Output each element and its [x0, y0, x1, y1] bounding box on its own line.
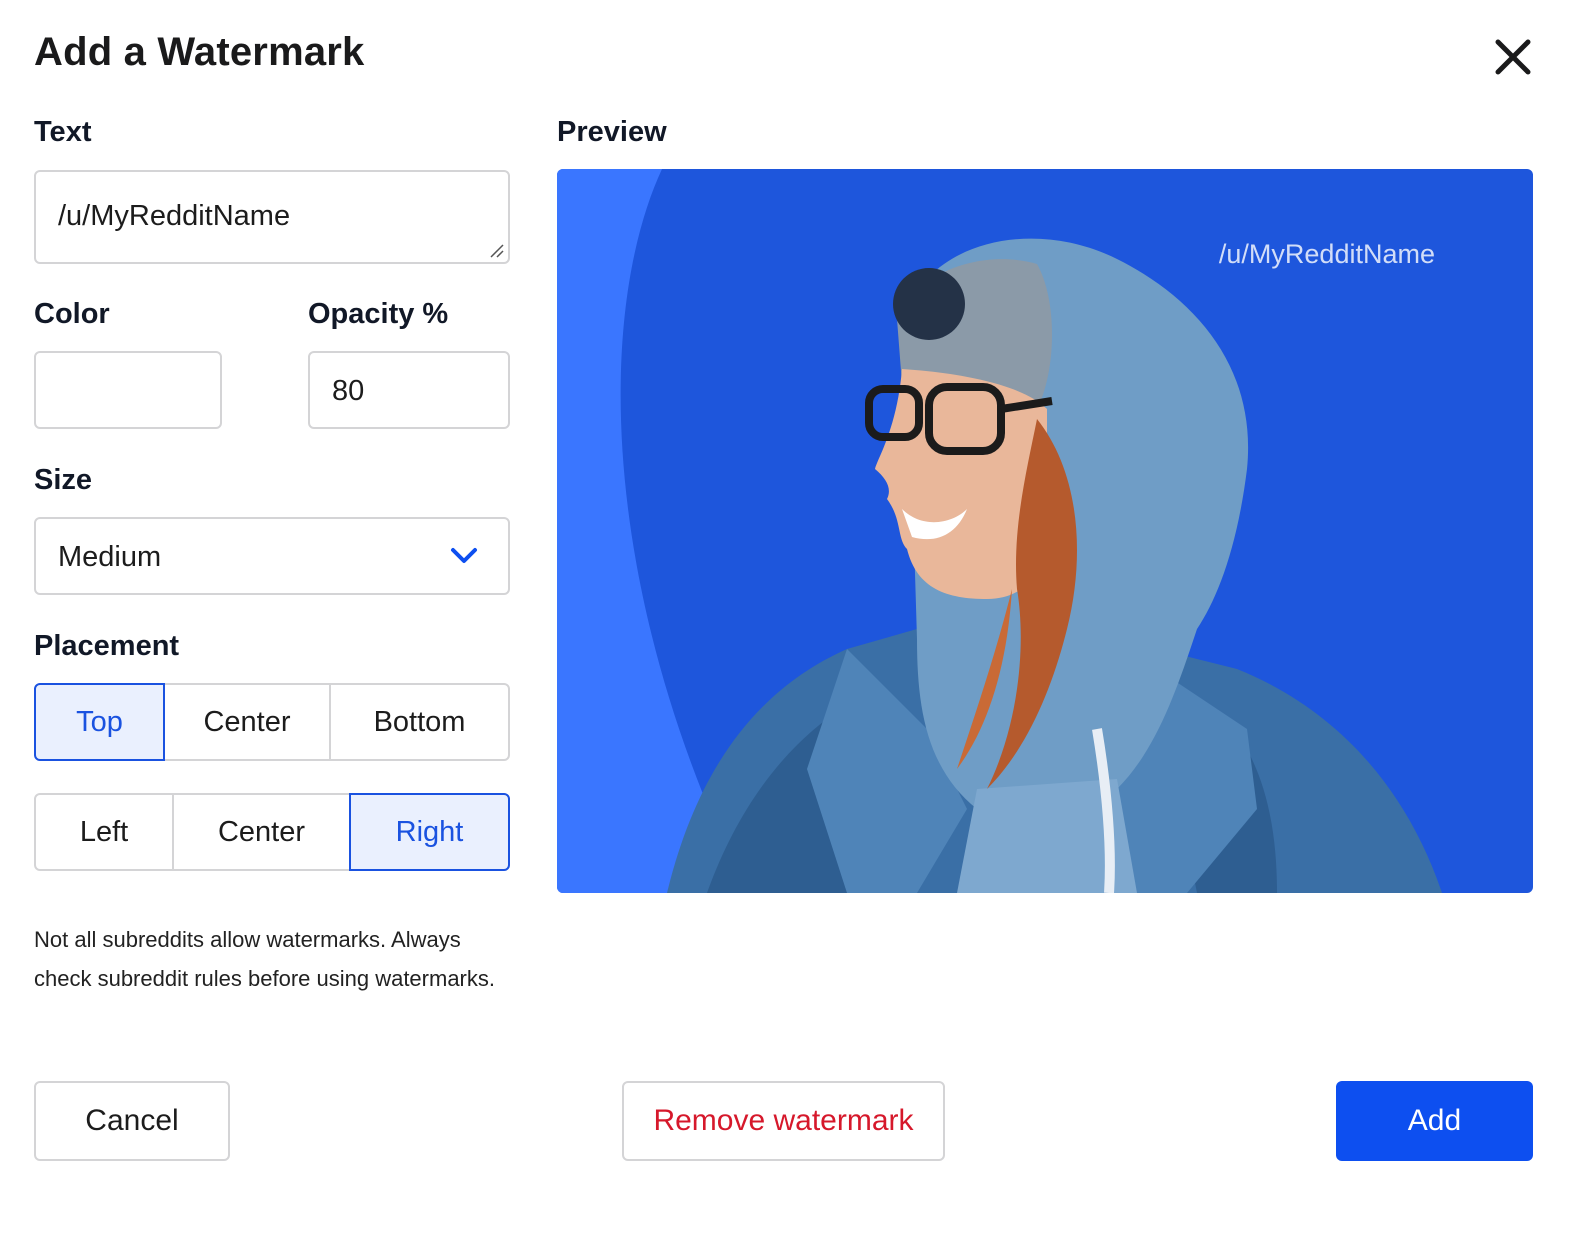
cancel-button[interactable]: Cancel	[34, 1081, 230, 1161]
chevron-down-icon	[451, 548, 477, 563]
opacity-input[interactable]: 80	[308, 351, 510, 429]
placement-top-option[interactable]: Top	[34, 683, 165, 761]
preview-label: Preview	[557, 116, 667, 148]
opacity-label: Opacity %	[308, 298, 449, 330]
resize-grip-icon[interactable]	[488, 242, 504, 258]
placement-left-option[interactable]: Left	[34, 793, 174, 871]
size-label: Size	[34, 464, 93, 496]
placement-right-option[interactable]: Right	[349, 793, 510, 871]
vertical-placement-group: Top Center Bottom	[34, 683, 510, 761]
dialog-title: Add a Watermark	[34, 30, 365, 74]
size-selected-value: Medium	[58, 541, 162, 573]
placement-label: Placement	[34, 630, 180, 662]
watermark-rules-note: Not all subreddits allow watermarks. Alw…	[34, 927, 495, 991]
preview-image: /u/MyRedditName	[557, 169, 1533, 893]
add-button[interactable]: Add	[1336, 1081, 1533, 1161]
size-select[interactable]: Medium	[34, 517, 510, 595]
placement-bottom-option[interactable]: Bottom	[329, 683, 510, 761]
close-icon	[1495, 39, 1531, 75]
color-input[interactable]	[34, 351, 222, 429]
placement-center-vertical-option[interactable]: Center	[163, 683, 331, 761]
opacity-value: 80	[332, 375, 365, 407]
color-label: Color	[34, 298, 110, 330]
watermark-text-value: /u/MyRedditName	[58, 200, 291, 232]
watermark-text-input[interactable]: /u/MyRedditName	[34, 170, 510, 264]
horizontal-placement-group: Left Center Right	[34, 793, 510, 871]
close-button[interactable]	[1488, 34, 1536, 82]
preview-photo-illustration	[557, 169, 1442, 893]
placement-center-horizontal-option[interactable]: Center	[172, 793, 351, 871]
text-label: Text	[34, 116, 92, 148]
remove-watermark-button[interactable]: Remove watermark	[622, 1081, 945, 1161]
watermark-preview-text: /u/MyRedditName	[1218, 239, 1435, 269]
